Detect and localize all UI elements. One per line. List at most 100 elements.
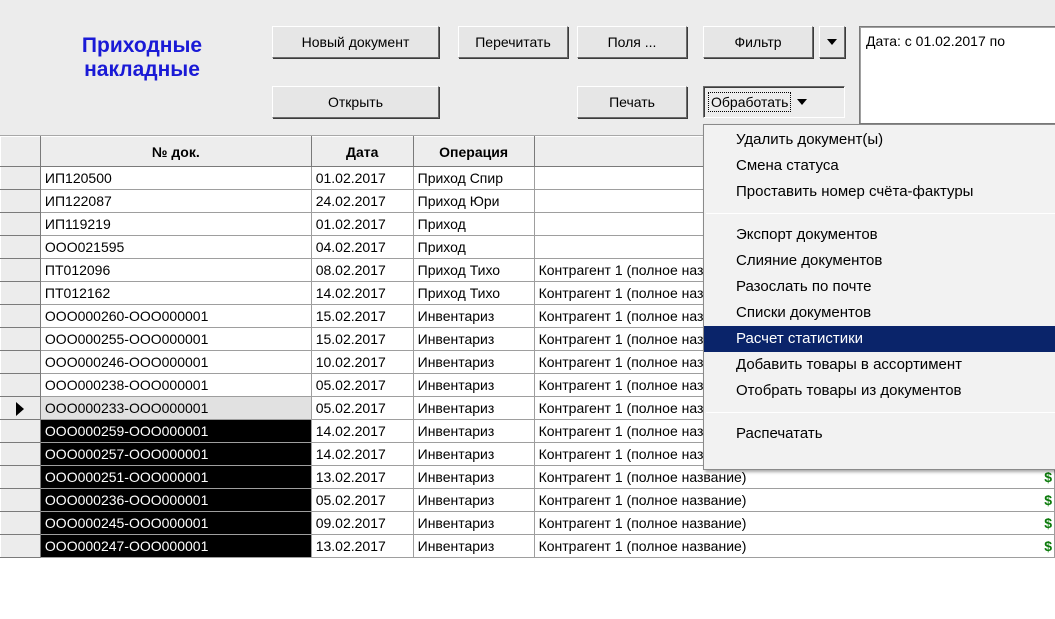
open-button[interactable]: Открыть	[272, 86, 439, 118]
table-row[interactable]: ООО000236-ООО000001 05.02.2017 Инвентариз К…	[0, 488, 1055, 512]
cell-docno[interactable]: ООО000247-ООО000001	[39, 534, 312, 558]
menu-item[interactable]: Распечатать	[704, 421, 1055, 447]
row-indicator[interactable]	[0, 212, 41, 236]
cell-date[interactable]: 14.02.2017	[310, 281, 414, 305]
cell-date[interactable]: 10.02.2017	[310, 350, 414, 374]
cell-date[interactable]: 01.02.2017	[310, 212, 414, 236]
cell-docno[interactable]: ООО000251-ООО000001	[39, 465, 312, 489]
cell-operation[interactable]: Инвентариз	[412, 488, 535, 512]
cell-date[interactable]: 05.02.2017	[310, 396, 414, 420]
cell-docno[interactable]: ООО021595	[39, 235, 312, 259]
print-button[interactable]: Печать	[577, 86, 687, 118]
cell-date[interactable]: 24.02.2017	[310, 189, 414, 213]
menu-item[interactable]: Проставить номер счёта-фактуры	[704, 179, 1055, 205]
cell-operation[interactable]: Инвентариз	[412, 350, 535, 374]
cell-date[interactable]: 14.02.2017	[310, 442, 414, 466]
cell-docno[interactable]: ООО000259-ООО000001	[39, 419, 312, 443]
cell-date[interactable]: 04.02.2017	[310, 235, 414, 259]
cell-date[interactable]: 14.02.2017	[310, 419, 414, 443]
menu-item[interactable]: Удалить документ(ы)	[704, 127, 1055, 153]
row-indicator[interactable]	[0, 258, 41, 282]
menu-item[interactable]: Смена статуса	[704, 153, 1055, 179]
cell-operation[interactable]: Приход Тихо	[412, 281, 535, 305]
cell-operation[interactable]: Инвентариз	[412, 465, 535, 489]
cell-date[interactable]: 01.02.2017	[310, 166, 414, 190]
cell-contractor[interactable]: Контрагент 1 (полное название)$	[533, 534, 1055, 558]
filter-dropdown-button[interactable]	[819, 26, 845, 58]
cell-docno[interactable]: ООО000255-ООО000001	[39, 327, 312, 351]
row-indicator[interactable]	[0, 373, 41, 397]
cell-operation[interactable]: Инвентариз	[412, 511, 535, 535]
cell-docno[interactable]: ООО000246-ООО000001	[39, 350, 312, 374]
cell-operation[interactable]: Инвентариз	[412, 304, 535, 328]
cell-operation[interactable]: Инвентариз	[412, 534, 535, 558]
reread-button[interactable]: Перечитать	[458, 26, 568, 58]
cell-operation[interactable]: Приход	[412, 212, 535, 236]
cell-operation[interactable]: Приход Юри	[412, 189, 535, 213]
cell-date[interactable]: 15.02.2017	[310, 327, 414, 351]
cell-operation[interactable]: Инвентариз	[412, 373, 535, 397]
cell-date[interactable]: 08.02.2017	[310, 258, 414, 282]
process-button[interactable]: Обработать	[703, 86, 845, 118]
row-indicator[interactable]	[0, 465, 41, 489]
row-indicator[interactable]	[0, 235, 41, 259]
cell-docno[interactable]: ИП119219	[39, 212, 312, 236]
cell-docno[interactable]: ООО000238-ООО000001	[39, 373, 312, 397]
cell-docno[interactable]: ООО000245-ООО000001	[39, 511, 312, 535]
row-indicator[interactable]	[0, 488, 41, 512]
row-indicator[interactable]	[0, 189, 41, 213]
column-header-operation[interactable]: Операция	[412, 136, 535, 167]
menu-item[interactable]: Списки документов	[704, 300, 1055, 326]
column-header-docno[interactable]: № док.	[39, 136, 312, 167]
cell-docno[interactable]: ООО000260-ООО000001	[39, 304, 312, 328]
cell-operation[interactable]: Приход Тихо	[412, 258, 535, 282]
cell-date[interactable]: 05.02.2017	[310, 373, 414, 397]
row-indicator[interactable]	[0, 442, 41, 466]
cell-operation[interactable]: Инвентариз	[412, 396, 535, 420]
date-filter-field[interactable]: Дата: с 01.02.2017 по	[859, 26, 1055, 124]
row-indicator[interactable]	[0, 419, 41, 443]
cell-date[interactable]: 13.02.2017	[310, 465, 414, 489]
row-indicator[interactable]	[0, 304, 41, 328]
cell-contractor[interactable]: Контрагент 1 (полное название)$	[533, 511, 1055, 535]
cell-contractor[interactable]: Контрагент 1 (полное название)$	[533, 488, 1055, 512]
cell-docno[interactable]: ПТ012162	[39, 281, 312, 305]
row-indicator[interactable]	[0, 511, 41, 535]
cell-date[interactable]: 15.02.2017	[310, 304, 414, 328]
cell-docno[interactable]: ПТ012096	[39, 258, 312, 282]
cell-docno[interactable]: ООО000233-ООО000001	[39, 396, 312, 420]
toolbar: Приходные накладные Новый документ Переч…	[0, 0, 1055, 136]
cell-docno[interactable]: ИП122087	[39, 189, 312, 213]
table-row[interactable]: ООО000245-ООО000001 09.02.2017 Инвентариз К…	[0, 511, 1055, 535]
menu-item[interactable]: Добавить товары в ассортимент	[704, 352, 1055, 378]
row-indicator[interactable]	[0, 534, 41, 558]
new-document-button[interactable]: Новый документ	[272, 26, 439, 58]
table-row[interactable]: ООО000247-ООО000001 13.02.2017 Инвентариз К…	[0, 534, 1055, 558]
cell-date[interactable]: 13.02.2017	[310, 534, 414, 558]
page-title-line2: накладные	[84, 58, 200, 81]
cell-operation[interactable]: Инвентариз	[412, 327, 535, 351]
cell-operation[interactable]: Приход Спир	[412, 166, 535, 190]
menu-item[interactable]: Расчет статистики	[704, 326, 1055, 352]
cell-docno[interactable]: ООО000236-ООО000001	[39, 488, 312, 512]
status-mark: $	[1044, 492, 1052, 508]
cell-operation[interactable]: Приход	[412, 235, 535, 259]
row-indicator[interactable]	[0, 281, 41, 305]
row-indicator[interactable]	[0, 327, 41, 351]
menu-item[interactable]: Экспорт документов	[704, 222, 1055, 248]
cell-operation[interactable]: Инвентариз	[412, 419, 535, 443]
row-indicator[interactable]	[0, 396, 41, 420]
fields-button[interactable]: Поля ...	[577, 26, 687, 58]
cell-docno[interactable]: ИП120500	[39, 166, 312, 190]
row-indicator[interactable]	[0, 166, 41, 190]
cell-docno[interactable]: ООО000257-ООО000001	[39, 442, 312, 466]
cell-date[interactable]: 09.02.2017	[310, 511, 414, 535]
cell-date[interactable]: 05.02.2017	[310, 488, 414, 512]
menu-item[interactable]: Слияние документов	[704, 248, 1055, 274]
filter-button[interactable]: Фильтр	[703, 26, 813, 58]
menu-item[interactable]: Разослать по почте	[704, 274, 1055, 300]
cell-operation[interactable]: Инвентариз	[412, 442, 535, 466]
row-indicator[interactable]	[0, 350, 41, 374]
menu-item[interactable]: Отобрать товары из документов	[704, 378, 1055, 404]
column-header-date[interactable]: Дата	[310, 136, 414, 167]
